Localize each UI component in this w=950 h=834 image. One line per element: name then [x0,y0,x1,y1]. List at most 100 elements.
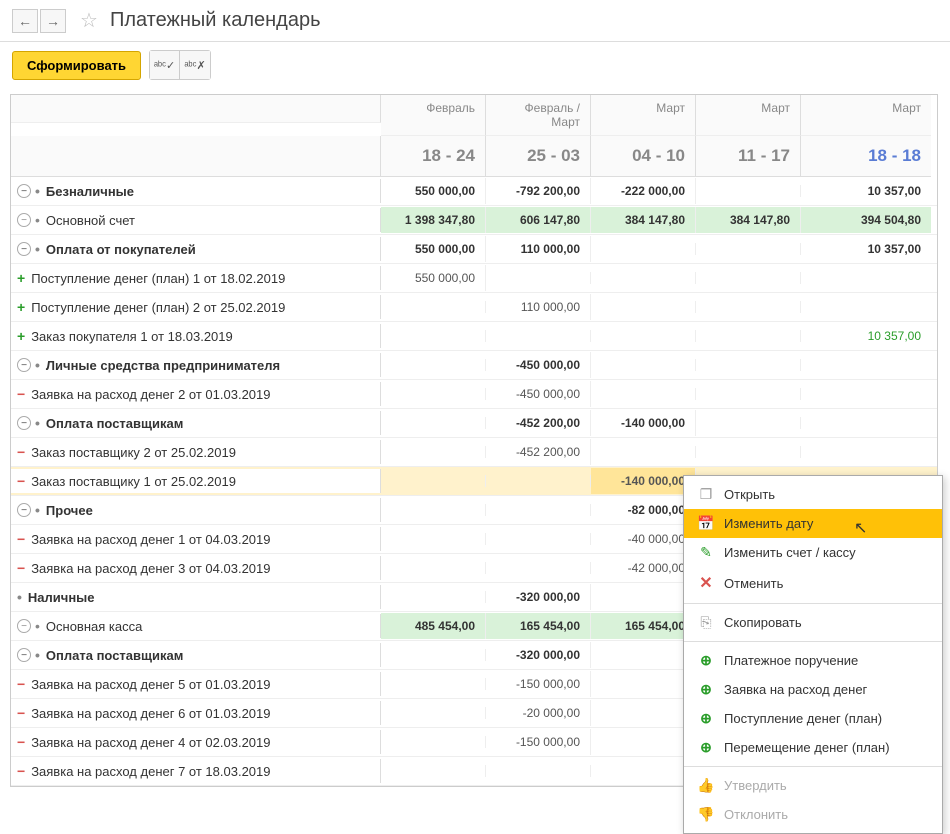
row-label[interactable]: •Наличные [11,585,381,609]
cell[interactable]: 485 454,00 [381,613,486,639]
cell[interactable]: 384 147,80 [591,207,696,233]
cell[interactable]: -150 000,00 [486,729,591,755]
collapse-toggle[interactable]: − [17,184,31,198]
cell[interactable] [591,243,696,255]
row-label[interactable]: +Поступление денег (план) 1 от 18.02.201… [11,266,381,290]
cell[interactable]: 110 000,00 [486,236,591,262]
cell[interactable] [696,388,801,400]
row-label[interactable]: −•Оплата поставщикам [11,411,381,435]
menu-cancel[interactable]: ✕Отменить [684,567,942,599]
cell[interactable] [696,446,801,458]
menu-expense-request[interactable]: ⊕Заявка на расход денег [684,675,942,704]
menu-copy[interactable]: ⎘Скопировать [684,608,942,637]
cell[interactable] [591,388,696,400]
cell[interactable] [801,417,931,429]
row-label[interactable]: −•Основной счет [11,208,381,232]
cell[interactable]: -792 200,00 [486,178,591,204]
cell[interactable]: -140 000,00 [591,410,696,436]
row-label[interactable]: −Заявка на расход денег 7 от 18.03.2019 [11,759,381,783]
cell[interactable] [591,272,696,284]
cell[interactable]: -320 000,00 [486,642,591,668]
cell[interactable]: -450 000,00 [486,352,591,378]
cell[interactable] [696,301,801,313]
cell[interactable]: 550 000,00 [381,178,486,204]
cell[interactable]: -452 200,00 [486,439,591,465]
cell[interactable] [696,359,801,371]
cell[interactable]: 165 454,00 [591,613,696,639]
cell[interactable]: 550 000,00 [381,236,486,262]
row-label[interactable]: −•Оплата поставщикам [11,643,381,667]
cell[interactable] [381,301,486,313]
cell[interactable] [381,765,486,777]
cell[interactable]: 10 357,00 [801,178,931,204]
cell[interactable] [696,272,801,284]
cell[interactable] [801,301,931,313]
cell[interactable] [381,591,486,603]
menu-income-plan[interactable]: ⊕Поступление денег (план) [684,704,942,733]
collapse-toggle[interactable]: − [17,416,31,430]
cell[interactable] [591,765,696,777]
cell[interactable] [381,533,486,545]
collapse-toggle[interactable]: − [17,213,31,227]
spellcheck-on-button[interactable]: ᵃᵇᶜ✓ [150,51,180,79]
cell[interactable] [591,649,696,661]
cell[interactable] [381,562,486,574]
cell[interactable] [591,359,696,371]
cell[interactable]: -450 000,00 [486,381,591,407]
cell[interactable] [801,388,931,400]
spellcheck-off-button[interactable]: ᵃᵇᶜ✗ [180,51,210,79]
cell[interactable] [486,765,591,777]
collapse-toggle[interactable]: − [17,242,31,256]
cell[interactable]: -150 000,00 [486,671,591,697]
cell[interactable]: -140 000,00 [591,468,696,494]
cell[interactable] [801,446,931,458]
cell[interactable] [381,330,486,342]
cell[interactable] [381,446,486,458]
cell[interactable] [381,359,486,371]
back-button[interactable]: ← [12,9,38,33]
row-label[interactable]: −Заявка на расход денег 6 от 01.03.2019 [11,701,381,725]
menu-change-date[interactable]: 📅Изменить дату [684,509,942,538]
form-button[interactable]: Сформировать [12,51,141,80]
cell[interactable]: -82 000,00 [591,497,696,523]
cell[interactable]: -40 000,00 [591,526,696,552]
row-label[interactable]: −Заявка на расход денег 1 от 04.03.2019 [11,527,381,551]
row-label[interactable]: −•Прочее [11,498,381,522]
row-label[interactable]: −Заявка на расход денег 5 от 01.03.2019 [11,672,381,696]
cell[interactable]: -452 200,00 [486,410,591,436]
menu-reject[interactable]: 👎Отклонить [684,800,942,829]
cell[interactable] [381,678,486,690]
row-label[interactable]: −Заявка на расход денег 4 от 02.03.2019 [11,730,381,754]
menu-open[interactable]: ❐Открыть [684,480,942,509]
cell[interactable] [486,475,591,487]
cell[interactable] [486,330,591,342]
row-label[interactable]: −•Основная касса [11,614,381,638]
row-label[interactable]: −Заявка на расход денег 3 от 04.03.2019 [11,556,381,580]
cell[interactable] [696,330,801,342]
row-label[interactable]: −Заказ поставщику 1 от 25.02.2019 [11,469,381,493]
row-label[interactable]: −•Личные средства предпринимателя [11,353,381,377]
cell[interactable] [591,301,696,313]
row-label[interactable]: −•Оплата от покупателей [11,237,381,261]
cell[interactable] [381,736,486,748]
cell[interactable] [696,185,801,197]
cell[interactable] [486,533,591,545]
collapse-toggle[interactable]: − [17,648,31,662]
row-label[interactable]: −Заказ поставщику 2 от 25.02.2019 [11,440,381,464]
cell[interactable] [591,707,696,719]
cell[interactable] [801,359,931,371]
cell[interactable] [486,272,591,284]
cell[interactable]: -42 000,00 [591,555,696,581]
cell[interactable] [591,736,696,748]
cell[interactable] [381,417,486,429]
cell[interactable] [381,475,486,487]
cell[interactable] [381,649,486,661]
row-label[interactable]: −Заявка на расход денег 2 от 01.03.2019 [11,382,381,406]
cell[interactable]: 165 454,00 [486,613,591,639]
cell[interactable] [381,504,486,516]
cell[interactable]: 550 000,00 [381,265,486,291]
cell[interactable] [381,707,486,719]
collapse-toggle[interactable]: − [17,358,31,372]
cell[interactable]: 10 357,00 [801,236,931,262]
cell[interactable] [591,678,696,690]
